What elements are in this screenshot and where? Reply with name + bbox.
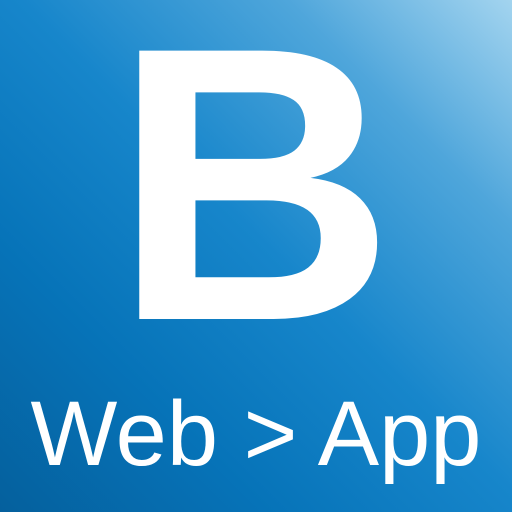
- tagline-text: Web > App: [30, 383, 482, 485]
- logo-letter: B: [113, 0, 395, 402]
- app-icon: B Web > App: [0, 0, 512, 512]
